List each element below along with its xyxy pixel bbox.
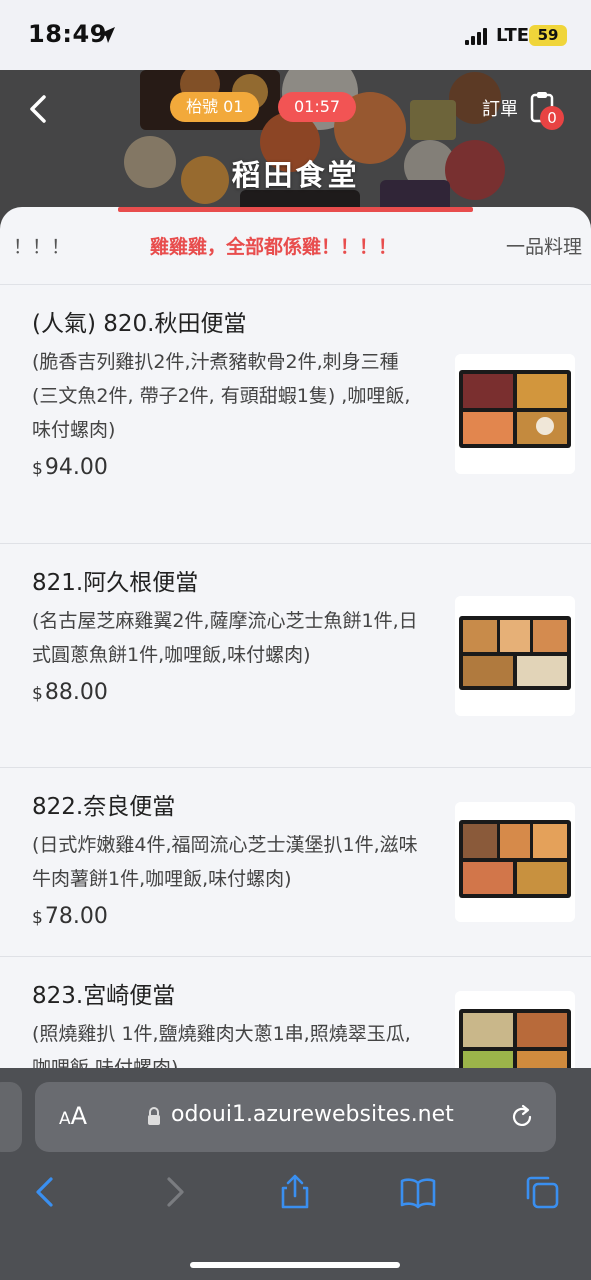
lock-icon bbox=[148, 1107, 160, 1125]
table-number-badge: 枱號 01 bbox=[170, 92, 260, 122]
url-text: odoui1.azurewebsites.net bbox=[171, 1102, 454, 1127]
shop-name: 稻田食堂 bbox=[231, 158, 360, 192]
safari-forward-icon[interactable] bbox=[156, 1174, 192, 1210]
status-time: 18:49 bbox=[28, 20, 107, 48]
price-value: 94.00 bbox=[44, 455, 108, 480]
item-name: (人氣) 820.秋田便當 bbox=[32, 311, 247, 337]
address-bar[interactable]: AA odoui1.azurewebsites.net bbox=[35, 1082, 556, 1152]
safari-back-icon[interactable] bbox=[28, 1174, 64, 1210]
reader-options-button[interactable]: AA bbox=[59, 1102, 87, 1130]
status-bar: 18:49 LTE 59 bbox=[0, 0, 591, 70]
bookmarks-icon[interactable] bbox=[400, 1174, 436, 1210]
category-tab-active[interactable]: 雞雞雞，全部都係雞！！！！ bbox=[150, 232, 397, 259]
back-chevron-icon[interactable] bbox=[22, 92, 56, 126]
item-description: (名古屋芝麻雞翼2件,薩摩流心芝士魚餅1件,日式圓蔥魚餅1件,咖哩飯,味付螺肉) bbox=[32, 610, 418, 666]
item-name: 822.奈良便當 bbox=[32, 794, 176, 820]
order-count-badge: 0 bbox=[540, 106, 564, 130]
active-tab-indicator bbox=[118, 207, 473, 212]
currency-symbol: $ bbox=[32, 908, 43, 928]
order-button-label[interactable]: 訂單 bbox=[482, 95, 518, 121]
menu-list: (人氣) 820.秋田便當 (脆香吉列雞扒2件,汁煮豬軟骨2件,刺身三種 (三文… bbox=[0, 285, 591, 1087]
item-photo[interactable] bbox=[455, 354, 575, 474]
item-photo[interactable] bbox=[455, 596, 575, 716]
signal-icon bbox=[465, 28, 487, 45]
home-indicator bbox=[190, 1262, 400, 1268]
menu-item[interactable]: (人氣) 820.秋田便當 (脆香吉列雞扒2件,汁煮豬軟骨2件,刺身三種 (三文… bbox=[0, 285, 591, 544]
item-photo[interactable] bbox=[455, 802, 575, 922]
safari-toolbar: AA odoui1.azurewebsites.net bbox=[0, 1068, 591, 1280]
share-icon[interactable] bbox=[277, 1174, 313, 1210]
menu-item[interactable]: 822.奈良便當 (日式炸嫩雞4件,福岡流心芝士漢堡扒1件,滋味牛肉薯餅1件,咖… bbox=[0, 768, 591, 957]
timer-badge: 01:57 bbox=[278, 92, 357, 122]
category-tabs: ！！！！ 雞雞雞，全部都係雞！！！！ 一品料理 bbox=[0, 207, 591, 285]
menu-item[interactable]: 821.阿久根便當 (名古屋芝麻雞翼2件,薩摩流心芝士魚餅1件,日式圓蔥魚餅1件… bbox=[0, 544, 591, 768]
shop-header: 枱號 01 01:57 訂單 0 稻田食堂 bbox=[0, 70, 591, 230]
item-description: (日式炸嫩雞4件,福岡流心芝士漢堡扒1件,滋味牛肉薯餅1件,咖哩飯,味付螺肉) bbox=[32, 834, 418, 890]
menu-sheet: ！！！！ 雞雞雞，全部都係雞！！！！ 一品料理 (人氣) 820.秋田便當 (脆… bbox=[0, 207, 591, 1087]
reload-icon[interactable] bbox=[509, 1104, 535, 1130]
tabs-icon[interactable] bbox=[524, 1174, 560, 1210]
screen: 18:49 LTE 59 枱號 01 01:57 訂單 0 稻田食堂 ！！！！ … bbox=[0, 0, 591, 1280]
item-description: (脆香吉列雞扒2件,汁煮豬軟骨2件,刺身三種 (三文魚2件, 帶子2件, 有頭甜… bbox=[32, 351, 411, 441]
item-name: 821.阿久根便當 bbox=[32, 570, 199, 596]
category-tab-next[interactable]: 一品料理 bbox=[506, 232, 582, 259]
battery-indicator: 59 bbox=[529, 25, 567, 46]
item-name: 823.宮崎便當 bbox=[32, 983, 176, 1009]
price-value: 78.00 bbox=[44, 904, 108, 929]
previous-tab-peek[interactable] bbox=[0, 1082, 22, 1152]
location-arrow-icon bbox=[99, 27, 115, 43]
currency-symbol: $ bbox=[32, 684, 43, 704]
currency-symbol: $ bbox=[32, 459, 43, 479]
network-type: LTE bbox=[496, 25, 530, 46]
price-value: 88.00 bbox=[44, 680, 108, 705]
battery-level: 59 bbox=[537, 26, 559, 44]
category-tab-previous[interactable]: ！！！！ bbox=[0, 232, 70, 259]
